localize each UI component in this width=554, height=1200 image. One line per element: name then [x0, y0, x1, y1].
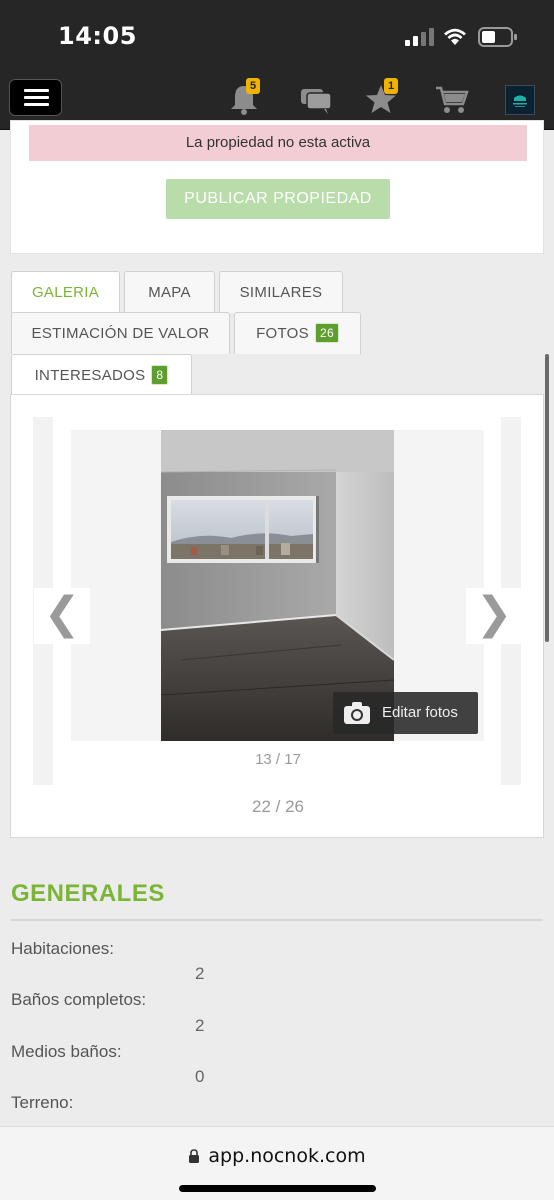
tab-galeria-label: GALERIA	[31, 284, 100, 301]
property-status-card: La propiedad no esta activa PUBLICAR PRO…	[10, 120, 544, 254]
battery-icon	[478, 27, 517, 47]
publish-property-button[interactable]: PUBLICAR PROPIEDAD	[166, 179, 390, 219]
tab-estimacion-de-valor[interactable]: ESTIMACIÓN DE VALOR	[11, 312, 230, 354]
medios-banos-label: Medios baños:	[11, 1042, 122, 1061]
notifications-badge: 5	[246, 78, 261, 94]
chevron-left-icon: ❮	[43, 588, 81, 639]
terreno-label: Terreno:	[11, 1093, 74, 1112]
medios-banos-value: 0	[195, 1067, 205, 1086]
tab-interesados-label: INTERESADOS	[34, 367, 146, 384]
menu-button[interactable]	[9, 79, 62, 116]
chat-icon	[301, 89, 332, 114]
avatar[interactable]	[505, 85, 535, 115]
cart-icon	[436, 86, 469, 113]
tab-mapa[interactable]: MAPA	[124, 271, 215, 313]
messages-button[interactable]	[297, 80, 335, 118]
tab-fotos[interactable]: FOTOS 26	[234, 312, 361, 354]
banos-completos-label: Baños completos:	[11, 990, 147, 1009]
chevron-right-icon: ❯	[475, 588, 513, 639]
tab-interesados[interactable]: INTERESADOS 8	[11, 354, 192, 395]
edit-photos-label: Editar fotos	[382, 704, 458, 721]
company-logo-icon	[513, 95, 527, 107]
tab-mapa-label: MAPA	[148, 284, 191, 301]
url-text: app.nocnok.com	[208, 1145, 366, 1167]
gallery-prev-button[interactable]: ❮	[34, 588, 90, 644]
habitaciones-label: Habitaciones:	[11, 939, 115, 958]
menu-icon-bar	[24, 103, 49, 106]
outer-photo-counter: 22 / 26	[252, 797, 304, 816]
generales-title: GENERALES	[11, 880, 165, 907]
tab-fotos-label: FOTOS	[256, 325, 309, 342]
wifi-icon	[444, 28, 466, 45]
page-scrollbar[interactable]	[545, 354, 549, 642]
edit-photos-button[interactable]: Editar fotos	[333, 692, 478, 734]
signal-icon	[405, 28, 434, 46]
favorites-badge: 1	[384, 78, 399, 94]
tab-similares[interactable]: SIMILARES	[219, 271, 343, 313]
inactive-alert: La propiedad no esta activa	[29, 125, 527, 161]
banos-completos-value: 2	[195, 1016, 205, 1035]
tab-similares-label: SIMILARES	[239, 284, 323, 301]
menu-icon	[24, 89, 49, 92]
fotos-count-badge: 26	[314, 323, 339, 343]
tab-estimacion-label: ESTIMACIÓN DE VALOR	[31, 325, 210, 342]
lock-icon	[189, 1149, 200, 1163]
cart-button[interactable]	[433, 80, 471, 118]
status-bar: 14:05	[0, 0, 554, 70]
tab-galeria[interactable]: GALERIA	[11, 271, 120, 313]
camera-icon	[344, 702, 370, 724]
status-time: 14:05	[58, 22, 137, 50]
section-divider	[11, 919, 543, 921]
gallery-panel: ❮ ❯ Editar fotos 13 / 17 22 / 26	[10, 394, 544, 838]
favorites-button[interactable]: 1	[362, 78, 400, 118]
menu-icon-bar	[24, 96, 49, 99]
interesados-count-badge: 8	[151, 365, 169, 385]
gallery-next-button[interactable]: ❯	[466, 588, 522, 644]
habitaciones-value: 2	[195, 964, 205, 983]
browser-url-bar[interactable]: app.nocnok.com	[0, 1126, 554, 1200]
notifications-button[interactable]: 5	[225, 78, 263, 118]
home-indicator[interactable]	[179, 1185, 376, 1192]
url-display[interactable]: app.nocnok.com	[0, 1145, 554, 1167]
inner-photo-counter: 13 / 17	[255, 751, 301, 768]
